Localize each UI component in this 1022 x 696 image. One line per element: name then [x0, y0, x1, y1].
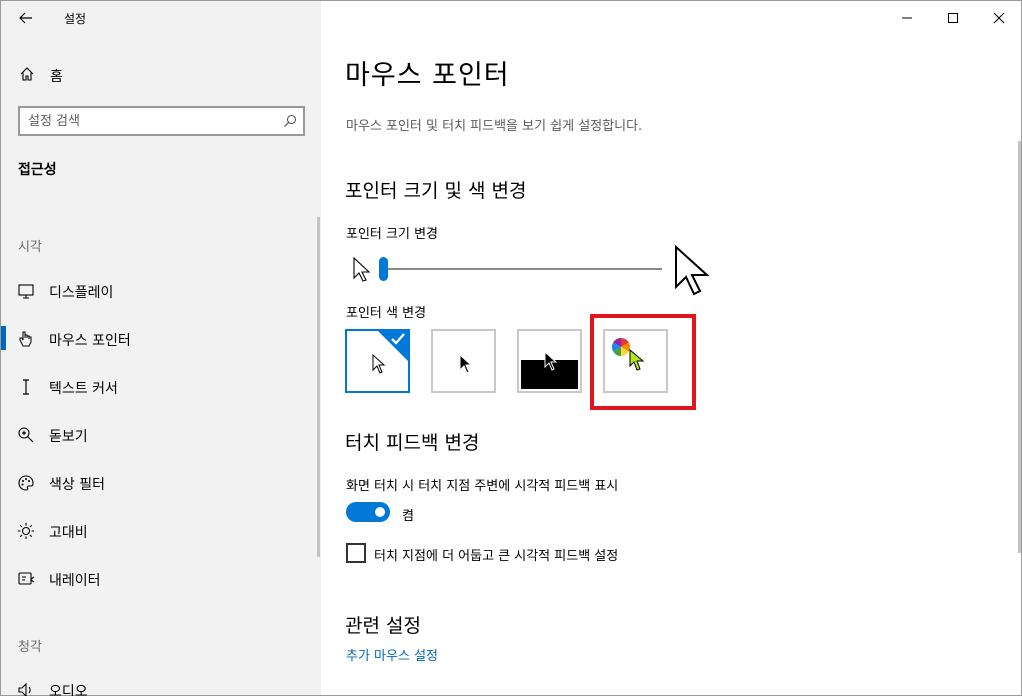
home-icon	[20, 67, 34, 81]
home-label: 홈	[50, 69, 63, 85]
sidebar-scrollbar[interactable]	[317, 217, 320, 557]
checkmark-icon	[391, 333, 405, 345]
narrator-icon	[18, 572, 35, 585]
page-title: 마우스 포인터	[345, 60, 510, 91]
sidebar-item-label: 색상 필터	[49, 477, 105, 493]
sidebar-item-mouse-pointer[interactable]: 마우스 포인터	[1, 318, 321, 358]
app-title: 설정	[64, 12, 87, 26]
inverted-pointer-icon	[544, 351, 558, 371]
speaker-icon	[18, 682, 31, 696]
sidebar-item-audio[interactable]: 오디오	[1, 669, 321, 696]
sidebar-item-text-cursor[interactable]: 텍스트 커서	[1, 366, 321, 406]
sidebar-item-label: 오디오	[49, 684, 88, 696]
pointer-color-white[interactable]	[345, 329, 410, 393]
black-pointer-icon	[459, 354, 473, 374]
sidebar-item-home[interactable]: 홈	[1, 57, 321, 93]
group-heading-vision: 시각	[18, 240, 42, 255]
pointer-section-heading: 포인터 크기 및 색 변경	[345, 180, 527, 202]
sidebar-item-label: 고대비	[49, 525, 88, 541]
search-input[interactable]	[28, 111, 278, 131]
sidebar-item-label: 내레이터	[49, 573, 101, 589]
slider-track[interactable]	[384, 268, 662, 270]
toggle-knob	[375, 507, 385, 517]
checkbox-label[interactable]: 터치 지점에 더 어둡고 큰 시각적 피드백 설정	[374, 545, 618, 564]
pointer-size-slider	[346, 245, 716, 301]
maximize-button[interactable]	[927, 1, 979, 35]
main-scrollbar[interactable]	[1018, 141, 1021, 553]
sidebar-item-color-filters[interactable]: 색상 필터	[1, 462, 321, 502]
related-settings-heading: 관련 설정	[345, 615, 421, 637]
search-icon[interactable]	[283, 114, 297, 128]
maximize-icon	[948, 13, 958, 23]
back-button[interactable]	[11, 5, 41, 31]
magnifier-icon	[18, 427, 34, 443]
toggle-state-label: 켬	[402, 509, 414, 524]
sidebar-item-display[interactable]: 디스플레이	[1, 270, 321, 310]
touch-feedback-toggle[interactable]	[346, 502, 390, 522]
active-indicator	[1, 326, 6, 350]
small-pointer-icon	[353, 257, 371, 282]
pointer-color-label: 포인터 색 변경	[346, 306, 427, 321]
close-icon	[993, 12, 1005, 24]
slider-thumb[interactable]	[379, 257, 388, 281]
sidebar-item-label: 돋보기	[49, 429, 88, 445]
text-cursor-icon	[23, 379, 29, 395]
pointer-hand-icon	[19, 331, 32, 347]
palette-icon	[18, 475, 34, 491]
darker-feedback-checkbox[interactable]	[346, 543, 366, 563]
sidebar-item-label: 마우스 포인터	[49, 333, 131, 349]
high-contrast-icon	[18, 523, 34, 539]
close-button[interactable]	[973, 1, 1022, 35]
main-content: 마우스 포인터 마우스 포인터 및 터치 피드백을 보기 쉽게 설정합니다. 포…	[321, 1, 1021, 695]
sidebar-item-label: 디스플레이	[49, 285, 114, 301]
titlebar-left: 설정	[1, 1, 321, 35]
minimize-icon	[902, 17, 912, 19]
pointer-size-label: 포인터 크기 변경	[346, 227, 438, 242]
sidebar-item-narrator[interactable]: 내레이터	[1, 558, 321, 598]
sidebar-item-label: 텍스트 커서	[49, 381, 118, 397]
sidebar-item-magnifier[interactable]: 돋보기	[1, 414, 321, 454]
touch-section-heading: 터치 피드백 변경	[345, 432, 480, 454]
group-heading-hearing: 청각	[18, 640, 42, 655]
arrow-left-icon	[19, 12, 32, 24]
touch-toggle-label: 화면 터치 시 터치 지점 주변에 시각적 피드백 표시	[346, 479, 619, 494]
sidebar-item-high-contrast[interactable]: 고대비	[1, 510, 321, 550]
sidebar: 설정 홈 접근성 시각 디스플레이 마우스 포인터 텍스트 커서 돋보기	[1, 1, 321, 696]
search-box	[18, 106, 305, 136]
section-title: 접근성	[18, 162, 57, 178]
pointer-color-inverted[interactable]	[517, 329, 582, 393]
monitor-icon	[18, 284, 34, 299]
minimize-button[interactable]	[881, 1, 933, 35]
additional-mouse-settings-link[interactable]: 추가 마우스 설정	[346, 645, 438, 664]
white-pointer-icon	[372, 354, 386, 374]
large-pointer-icon	[675, 245, 710, 296]
page-description: 마우스 포인터 및 터치 피드백을 보기 쉽게 설정합니다.	[346, 119, 643, 134]
pointer-color-black[interactable]	[431, 329, 496, 393]
settings-window: 설정 홈 접근성 시각 디스플레이 마우스 포인터 텍스트 커서 돋보기	[0, 0, 1022, 696]
highlight-box	[590, 314, 696, 410]
